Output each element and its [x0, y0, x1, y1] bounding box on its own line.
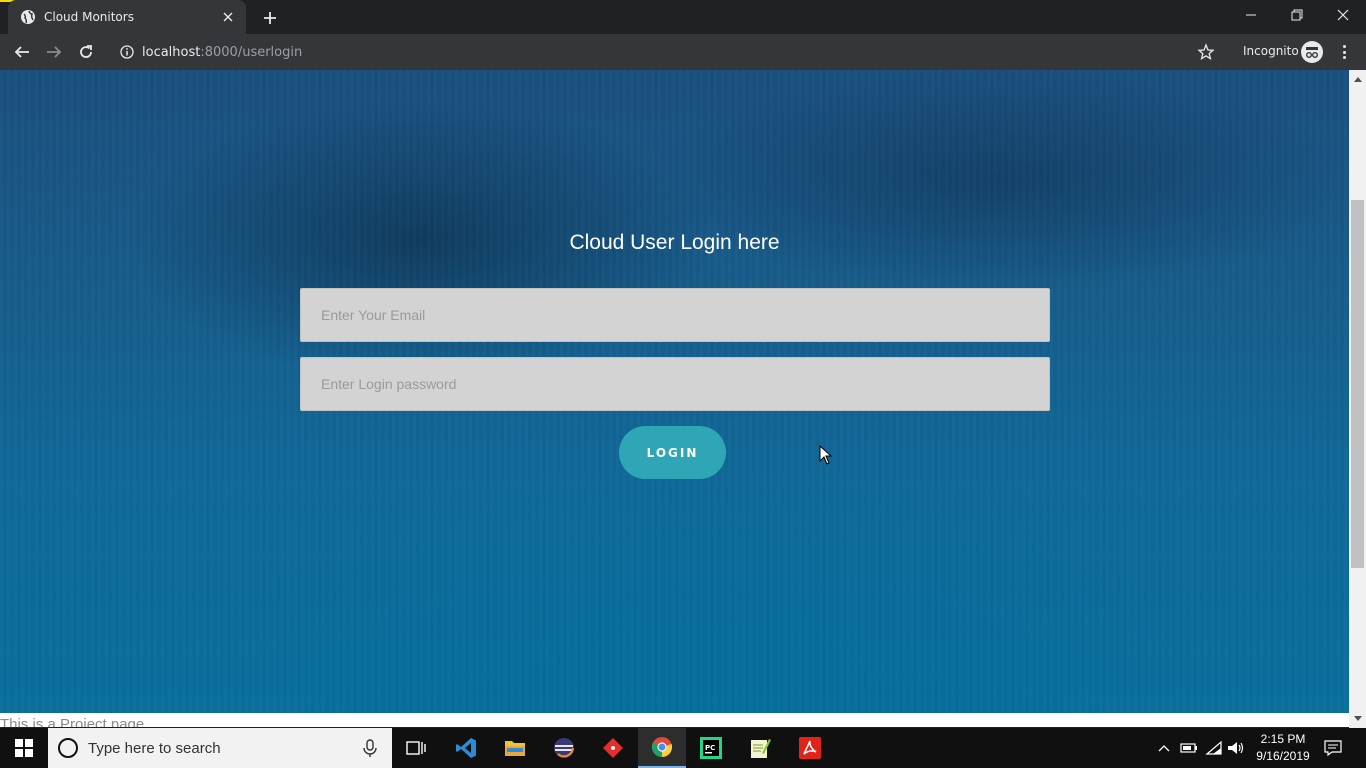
restore-icon[interactable]: [1274, 0, 1320, 30]
action-center-icon[interactable]: [1322, 738, 1344, 758]
url-host: localhost: [142, 44, 201, 60]
taskbar-search[interactable]: Type here to search: [48, 728, 392, 768]
clock-time: 2:15 PM: [1260, 732, 1306, 746]
incognito-label: Incognito: [1243, 44, 1299, 58]
scroll-up-icon[interactable]: [1349, 72, 1366, 86]
chrome-icon[interactable]: [638, 728, 686, 768]
address-bar[interactable]: localhost:8000/userlogin: [110, 38, 1230, 66]
wifi-icon[interactable]: [1204, 738, 1224, 758]
browser-tab[interactable]: Cloud Monitors: [8, 0, 246, 34]
notepad-plus-icon[interactable]: [736, 728, 784, 768]
minimize-icon[interactable]: [1228, 0, 1274, 30]
scrollbar-thumb[interactable]: [1351, 200, 1364, 568]
file-explorer-icon[interactable]: [491, 728, 539, 768]
back-icon[interactable]: [10, 40, 34, 64]
incognito-icon[interactable]: [1301, 41, 1323, 63]
info-icon[interactable]: [120, 45, 134, 59]
browser-tab-strip: Cloud Monitors: [0, 0, 1366, 34]
forward-icon[interactable]: [42, 40, 66, 64]
acrobat-icon[interactable]: [786, 728, 834, 768]
svg-text:PC: PC: [705, 744, 715, 752]
footer-text: This is a Project page: [0, 716, 145, 727]
scroll-down-icon[interactable]: [1349, 712, 1366, 726]
windows-start-icon[interactable]: [0, 728, 48, 768]
browser-toolbar: localhost:8000/userlogin Incognito: [0, 34, 1366, 70]
menu-icon[interactable]: [1336, 42, 1352, 62]
windows-taskbar: Type here to search PC 2:15 PM 9/16/2019: [0, 728, 1366, 768]
email-field[interactable]: [300, 288, 1050, 342]
close-icon[interactable]: [220, 9, 236, 25]
star-icon[interactable]: [1197, 43, 1215, 61]
microphone-icon[interactable]: [360, 738, 380, 758]
tab-title: Cloud Monitors: [44, 10, 134, 24]
password-field[interactable]: [300, 357, 1050, 411]
vscode-icon[interactable]: [442, 728, 490, 768]
chevron-up-icon[interactable]: [1154, 738, 1174, 758]
page-title: Cloud User Login here: [569, 231, 780, 254]
window-close-icon[interactable]: [1320, 0, 1366, 30]
url-path: :8000/userlogin: [200, 44, 303, 60]
page-scrollbar[interactable]: [1349, 70, 1366, 728]
task-view-icon[interactable]: [392, 728, 440, 768]
volume-icon[interactable]: [1226, 738, 1246, 758]
eclipse-icon[interactable]: [540, 728, 588, 768]
cortana-icon: [58, 738, 78, 758]
login-button[interactable]: LOGIN: [619, 426, 726, 479]
page-viewport: Cloud User Login here LOGIN: [0, 70, 1349, 713]
taskbar-clock[interactable]: 2:15 PM 9/16/2019: [1250, 731, 1316, 765]
git-icon[interactable]: [589, 728, 637, 768]
mouse-cursor-icon: [819, 445, 833, 465]
reload-icon[interactable]: [74, 40, 98, 64]
clock-date: 9/16/2019: [1256, 749, 1310, 763]
battery-icon[interactable]: [1179, 738, 1199, 758]
plus-icon[interactable]: [260, 8, 280, 28]
page-footer: This is a Project page: [0, 713, 1349, 727]
pycharm-icon[interactable]: PC: [687, 728, 735, 768]
globe-icon: [20, 9, 36, 25]
taskbar-search-placeholder: Type here to search: [88, 739, 221, 757]
